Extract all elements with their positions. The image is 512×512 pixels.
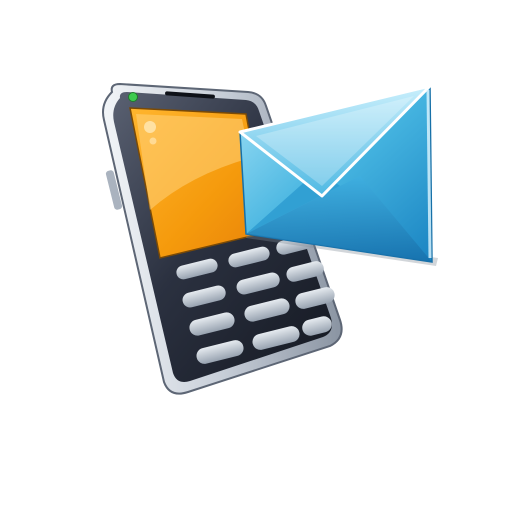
- envelope-edge-highlight: [426, 89, 432, 259]
- message-phone-icon: [102, 82, 438, 395]
- screen-highlight-small: [149, 137, 157, 145]
- sms-icon-illustration: [0, 0, 512, 512]
- status-led: [128, 92, 138, 102]
- screen-highlight: [144, 121, 156, 133]
- mail-envelope-icon: [238, 84, 438, 266]
